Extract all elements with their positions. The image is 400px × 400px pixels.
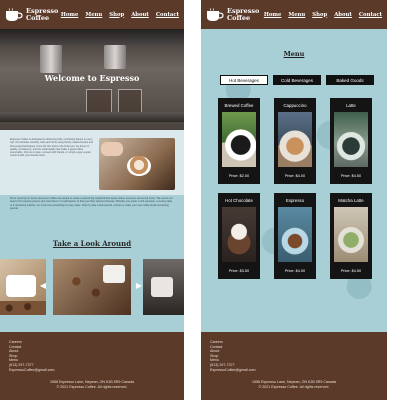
menu-item-price: Price: $4.00 (284, 174, 306, 178)
nav-home[interactable]: Home (61, 12, 79, 18)
espresso-machine-image (0, 29, 184, 45)
nav-about[interactable]: About (334, 12, 352, 18)
brand-name: Espresso Coffee (26, 6, 59, 22)
main-nav: Home Menu Shop About Contact (61, 12, 179, 18)
footer-copyright: © 2021 Espresso Coffee. All rights reser… (258, 384, 330, 389)
carousel-next-icon[interactable]: ▶ (134, 281, 144, 291)
hand-image (101, 142, 123, 156)
carousel-prev-icon[interactable]: ◀ (38, 281, 48, 291)
look-around-title: Take a Look Around (52, 239, 132, 248)
site-footer: Careers Contact About Shop Menu (613) 29… (0, 332, 184, 400)
menu-category-tabs: Hot Beverages Cold Beverages Baked Goods (220, 75, 374, 85)
menu-item-price: Price: $3.50 (228, 269, 250, 273)
nav-home[interactable]: Home (264, 12, 282, 18)
menu-card[interactable]: Matcha Latte Price: $4.50 (330, 193, 372, 279)
espresso-photo (278, 207, 312, 262)
story-text: Since opening our doors, Espresso Coffee… (10, 197, 173, 211)
portafilter-image (40, 45, 62, 73)
menu-page: Espresso Coffee Home Menu Shop About Con… (201, 0, 387, 400)
site-header: Espresso Coffee Home Menu Shop About Con… (201, 0, 387, 29)
brand-name: Espresso Coffee (227, 6, 260, 22)
footer-links: Careers Contact About Shop Menu (613) 29… (210, 340, 256, 372)
tab-cold-beverages[interactable]: Cold Beverages (273, 75, 321, 85)
site-footer: Careers Contact About Shop Menu (613) 29… (201, 332, 387, 400)
tab-hot-beverages[interactable]: Hot Beverages (220, 75, 268, 85)
menu-card[interactable]: Latte Price: $4.50 (330, 98, 372, 184)
hero-title: Welcome to Espresso (44, 73, 140, 83)
latte-photo (99, 138, 175, 190)
menu-card[interactable]: Espresso Price: $4.00 (274, 193, 316, 279)
main-nav: Home Menu Shop About Contact (264, 12, 382, 18)
matcha-latte-photo (334, 207, 368, 262)
latte-cup-image (127, 156, 151, 176)
menu-item-name: Hot Chocolate (225, 198, 253, 203)
about-text: Espresso Coffee is dedicated to deliveri… (10, 138, 93, 158)
latte-photo (334, 112, 368, 167)
menu-item-name: Latte (346, 103, 356, 108)
menu-card[interactable]: Cappuccino Price: $4.00 (274, 98, 316, 184)
nav-menu[interactable]: Menu (288, 12, 305, 18)
drip-tray-image (0, 112, 184, 122)
menu-item-price: Price: $4.50 (340, 174, 362, 178)
hot-chocolate-photo (222, 207, 256, 262)
menu-card[interactable]: Hot Chocolate Price: $3.50 (218, 193, 260, 279)
site-header: Espresso Coffee Home Menu Shop About Con… (0, 0, 184, 29)
brewed-coffee-photo (222, 112, 256, 167)
coffee-cup-icon (207, 7, 224, 21)
hero-banner: Welcome to Espresso (0, 29, 184, 130)
nav-about[interactable]: About (131, 12, 149, 18)
image-carousel: ◀ ▶ (0, 259, 184, 315)
footer-bottom: 1556 Espresso Lane, Nepean, ON K2B 5R9 C… (201, 380, 387, 390)
nav-menu[interactable]: Menu (85, 12, 102, 18)
menu-item-price: Price: $4.50 (340, 269, 362, 273)
nav-shop[interactable]: Shop (312, 12, 327, 18)
menu-item-name: Brewed Coffee (224, 103, 254, 108)
footer-bottom: 1556 Espresso Lane, Nepean, ON K2B 5R9 C… (0, 380, 184, 390)
footer-links: Careers Contact About Shop Menu (613) 29… (9, 340, 55, 372)
footer-email[interactable]: EspressoCoffee@gmail.com (210, 368, 256, 373)
nav-contact[interactable]: Contact (156, 12, 179, 18)
nav-contact[interactable]: Contact (359, 12, 382, 18)
carousel-image-beans (53, 259, 131, 315)
footer-copyright: © 2021 Espresso Coffee. All rights reser… (56, 384, 128, 389)
menu-card[interactable]: Brewed Coffee Price: $2.00 (218, 98, 260, 184)
portafilter-image (104, 45, 126, 69)
logo[interactable]: Espresso Coffee (5, 6, 60, 22)
cappuccino-photo (278, 112, 312, 167)
menu-item-name: Espresso (285, 198, 305, 203)
menu-item-name: Matcha Latte (338, 198, 364, 203)
menu-item-name: Cappuccino (283, 103, 307, 108)
logo[interactable]: Espresso Coffee (206, 6, 261, 22)
carousel-image-mug (143, 259, 184, 315)
menu-item-price: Price: $2.00 (228, 174, 250, 178)
footer-email[interactable]: EspressoCoffee@gmail.com (9, 368, 55, 373)
home-page: Espresso Coffee Home Menu Shop About Con… (0, 0, 184, 400)
menu-title: Menu (283, 50, 305, 58)
tab-baked-goods[interactable]: Baked Goods (326, 75, 374, 85)
nav-shop[interactable]: Shop (109, 12, 124, 18)
coffee-cup-icon (6, 7, 23, 21)
about-section: Espresso Coffee is dedicated to deliveri… (0, 130, 184, 195)
menu-item-price: Price: $4.00 (284, 269, 306, 273)
